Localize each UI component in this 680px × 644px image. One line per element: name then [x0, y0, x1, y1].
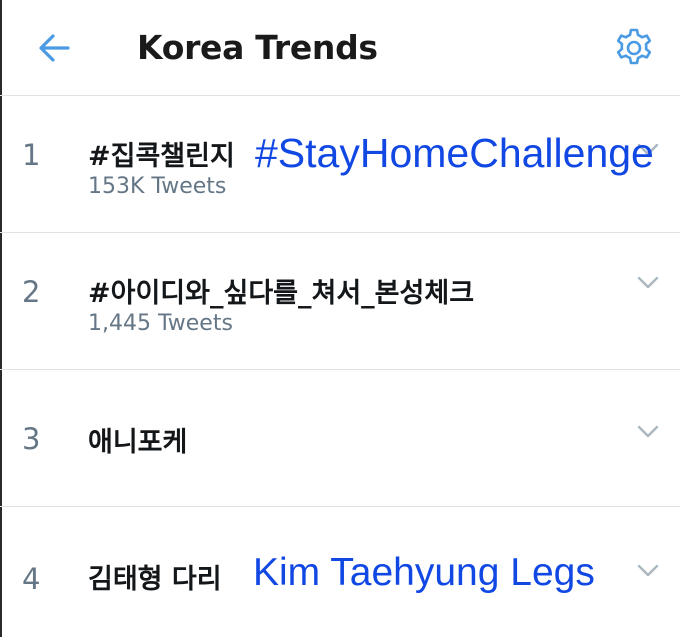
chevron-down-icon[interactable] — [634, 422, 662, 442]
trend-rank: 4 — [22, 562, 41, 596]
back-button[interactable] — [30, 24, 78, 72]
translation-annotation: #StayHomeChallenge — [255, 130, 654, 176]
settings-button[interactable] — [608, 22, 660, 74]
trend-name: 김태형 다리 — [88, 564, 222, 595]
trend-rank: 1 — [22, 138, 41, 172]
arrow-left-icon — [39, 34, 70, 62]
chevron-down-icon[interactable] — [634, 561, 662, 581]
trend-name: #집콕챌린지 — [88, 141, 235, 172]
trend-rank: 3 — [22, 422, 41, 456]
trend-item-1[interactable]: 1 #집콕챌린지 153K Tweets #StayHomeChallenge — [0, 96, 680, 233]
trend-name: 애니포케 — [88, 427, 188, 458]
trend-item-4[interactable]: 4 김태형 다리 Kim Taehyung Legs — [0, 507, 680, 644]
trend-name: #아이디와_싶다를_쳐서_본성체크 — [88, 278, 475, 309]
trend-rank: 2 — [22, 275, 41, 309]
chevron-down-icon[interactable] — [634, 273, 662, 293]
trend-tweet-count: 153K Tweets — [88, 174, 227, 199]
trend-item-3[interactable]: 3 애니포케 — [0, 370, 680, 507]
translation-annotation: Kim Taehyung Legs — [253, 551, 595, 594]
trend-item-2[interactable]: 2 #아이디와_싶다를_쳐서_본성체크 1,445 Tweets — [0, 233, 680, 370]
page-title: Korea Trends — [137, 28, 378, 67]
top-bar: Korea Trends — [0, 0, 680, 96]
gear-icon — [616, 28, 652, 65]
trend-tweet-count: 1,445 Tweets — [88, 311, 233, 336]
